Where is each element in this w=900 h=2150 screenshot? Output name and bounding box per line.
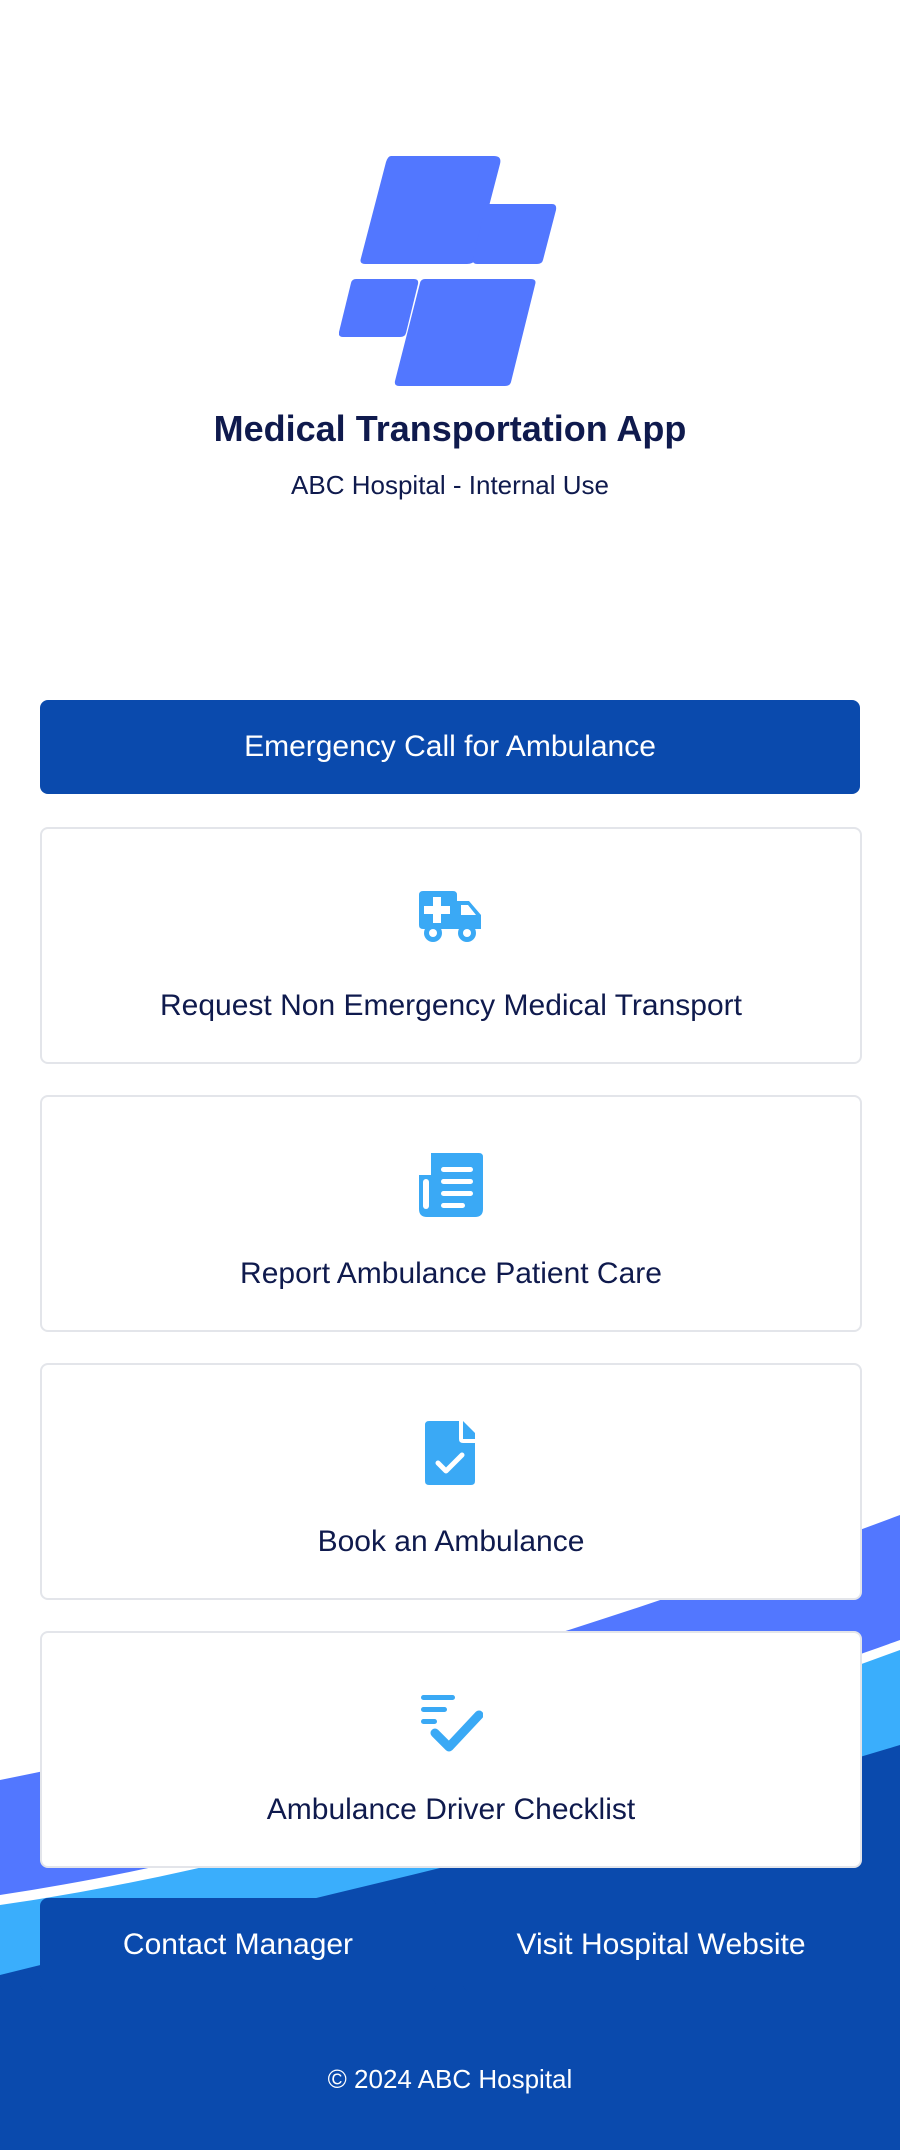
app-logo (339, 156, 557, 386)
card-request-non-emergency-transport[interactable]: Request Non Emergency Medical Transport (40, 827, 862, 1064)
card-report-patient-care[interactable]: Report Ambulance Patient Care (40, 1095, 862, 1332)
ambulance-icon (419, 891, 481, 942)
card-label: Request Non Emergency Medical Transport (160, 989, 742, 1022)
emergency-call-button[interactable]: Emergency Call for Ambulance (40, 700, 860, 794)
app-subtitle: ABC Hospital - Internal Use (291, 470, 609, 500)
card-book-ambulance[interactable]: Book an Ambulance (40, 1363, 862, 1600)
copyright-text: © 2024 ABC Hospital (327, 2064, 573, 2094)
card-label: Ambulance Driver Checklist (266, 1793, 636, 1826)
card-label: Book an Ambulance (317, 1525, 585, 1558)
document-list-icon (419, 1153, 483, 1217)
visit-website-button[interactable]: Visit Hospital Website (463, 1898, 859, 1992)
card-label: Report Ambulance Patient Care (240, 1257, 662, 1290)
card-driver-checklist[interactable]: Ambulance Driver Checklist (40, 1631, 862, 1868)
file-check-icon (425, 1421, 475, 1485)
contact-manager-button[interactable]: Contact Manager (40, 1898, 436, 1992)
checklist-icon (421, 1695, 483, 1752)
app-title: Medical Transportation App (213, 408, 687, 449)
